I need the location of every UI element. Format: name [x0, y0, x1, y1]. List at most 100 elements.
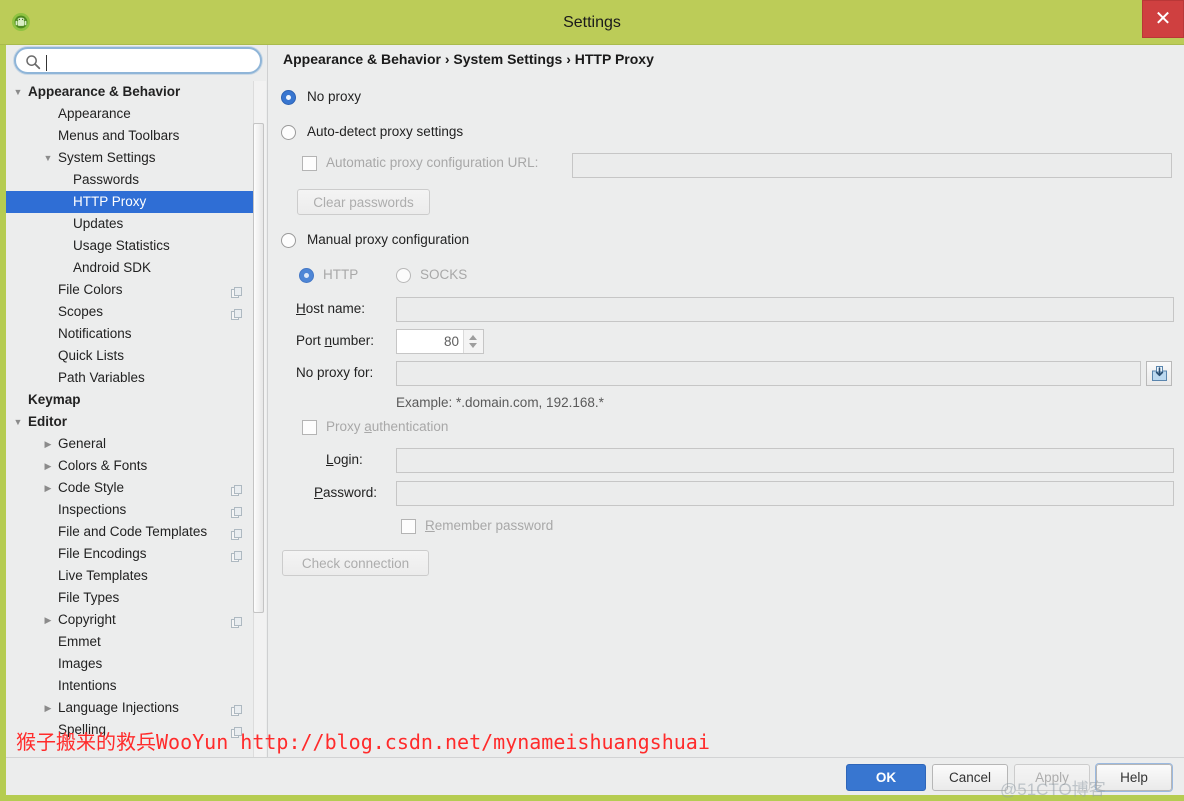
sidebar-item-keymap[interactable]: Keymap — [6, 389, 261, 411]
port-number-input[interactable] — [397, 330, 463, 353]
sidebar-item-spelling[interactable]: Spelling — [6, 719, 261, 741]
sidebar-item-label: Android SDK — [73, 257, 151, 279]
sidebar-item-copyright[interactable]: ▶Copyright — [6, 609, 261, 631]
password-label: Password: — [314, 485, 377, 500]
port-number-label-pre: Port — [296, 333, 325, 348]
auto-detect-radio[interactable] — [281, 125, 296, 140]
search-icon — [25, 54, 41, 70]
sidebar-item-scopes[interactable]: Scopes — [6, 301, 261, 323]
host-name-input[interactable] — [397, 298, 1173, 321]
sidebar-item-emmet[interactable]: Emmet — [6, 631, 261, 653]
copy-settings-icon[interactable] — [231, 614, 243, 626]
copy-settings-icon[interactable] — [231, 548, 243, 560]
sidebar-item-passwords[interactable]: Passwords — [6, 169, 261, 191]
password-input[interactable] — [397, 482, 1173, 505]
auto-config-url-input-wrapper[interactable] — [572, 153, 1172, 178]
spinner-up-icon[interactable] — [469, 335, 477, 340]
sidebar-item-appearance[interactable]: Appearance — [6, 103, 261, 125]
window-title: Settings — [0, 0, 1184, 45]
sidebar-item-file-and-code-templates[interactable]: File and Code Templates — [6, 521, 261, 543]
manual-proxy-radio[interactable] — [281, 233, 296, 248]
check-connection-button[interactable]: Check connection — [282, 550, 429, 576]
port-spinner-buttons[interactable] — [463, 330, 483, 353]
close-icon: ✕ — [1155, 9, 1172, 29]
chevron-down-icon[interactable]: ▼ — [42, 147, 54, 169]
sidebar-item-label: Scopes — [58, 301, 103, 323]
ok-button[interactable]: OK — [846, 764, 926, 791]
sidebar-scrollbar-thumb[interactable] — [253, 123, 264, 613]
sidebar-item-path-variables[interactable]: Path Variables — [6, 367, 261, 389]
copy-settings-icon[interactable] — [231, 306, 243, 318]
http-radio[interactable] — [299, 268, 314, 283]
settings-tree[interactable]: ▼Appearance & BehaviorAppearanceMenus an… — [6, 81, 261, 757]
chevron-right-icon[interactable]: ▶ — [42, 697, 54, 719]
login-input[interactable] — [397, 449, 1173, 472]
sidebar-item-http-proxy[interactable]: HTTP Proxy — [6, 191, 256, 213]
copy-settings-icon[interactable] — [231, 702, 243, 714]
clear-passwords-button[interactable]: Clear passwords — [297, 189, 430, 215]
auto-config-url-input[interactable] — [573, 154, 1171, 177]
socks-label: SOCKS — [420, 267, 467, 282]
sidebar-item-general[interactable]: ▶General — [6, 433, 261, 455]
host-name-input-wrapper[interactable] — [396, 297, 1174, 322]
sidebar-item-file-types[interactable]: File Types — [6, 587, 261, 609]
sidebar-item-android-sdk[interactable]: Android SDK — [6, 257, 261, 279]
no-proxy-for-label: No proxy for: — [296, 365, 373, 380]
search-input[interactable] — [46, 52, 256, 72]
socks-radio[interactable] — [396, 268, 411, 283]
no-proxy-for-input[interactable] — [397, 362, 1140, 385]
chevron-right-icon[interactable]: ▶ — [42, 433, 54, 455]
auto-config-url-checkbox[interactable] — [302, 156, 317, 171]
help-button[interactable]: Help — [1096, 764, 1172, 791]
copy-settings-icon[interactable] — [231, 482, 243, 494]
sidebar-item-code-style[interactable]: ▶Code Style — [6, 477, 261, 499]
copy-settings-icon[interactable] — [231, 526, 243, 538]
sidebar-item-file-colors[interactable]: File Colors — [6, 279, 261, 301]
login-input-wrapper[interactable] — [396, 448, 1174, 473]
sidebar-item-live-templates[interactable]: Live Templates — [6, 565, 261, 587]
chevron-right-icon[interactable]: ▶ — [42, 455, 54, 477]
sidebar-item-label: Live Templates — [58, 565, 148, 587]
copy-settings-icon[interactable] — [231, 284, 243, 296]
sidebar-scrollbar-track[interactable] — [253, 81, 266, 757]
remember-password-label: Remember password — [425, 518, 553, 533]
sidebar-item-colors-fonts[interactable]: ▶Colors & Fonts — [6, 455, 261, 477]
sidebar-item-usage-statistics[interactable]: Usage Statistics — [6, 235, 261, 257]
sidebar-item-label: Images — [58, 653, 102, 675]
sidebar-item-appearance-behavior[interactable]: ▼Appearance & Behavior — [6, 81, 261, 103]
sidebar-item-notifications[interactable]: Notifications — [6, 323, 261, 345]
sidebar-item-quick-lists[interactable]: Quick Lists — [6, 345, 261, 367]
search-box[interactable] — [14, 47, 262, 74]
no-proxy-radio[interactable] — [281, 90, 296, 105]
sidebar-item-menus-and-toolbars[interactable]: Menus and Toolbars — [6, 125, 261, 147]
sidebar-item-file-encodings[interactable]: File Encodings — [6, 543, 261, 565]
sidebar-item-language-injections[interactable]: ▶Language Injections — [6, 697, 261, 719]
cancel-button[interactable]: Cancel — [932, 764, 1008, 791]
sidebar-item-editor[interactable]: ▼Editor — [6, 411, 261, 433]
proxy-authentication-checkbox[interactable] — [302, 420, 317, 435]
copy-settings-icon[interactable] — [231, 504, 243, 516]
close-button[interactable]: ✕ — [1142, 0, 1184, 38]
sidebar-item-updates[interactable]: Updates — [6, 213, 261, 235]
http-proxy-panel: Appearance & Behavior › System Settings … — [269, 45, 1184, 757]
sidebar-item-system-settings[interactable]: ▼System Settings — [6, 147, 261, 169]
spinner-down-icon[interactable] — [469, 343, 477, 348]
sidebar-item-label: Intentions — [58, 675, 117, 697]
no-proxy-for-browse-button[interactable] — [1146, 361, 1172, 386]
sidebar-item-label: HTTP Proxy — [73, 191, 146, 213]
port-number-spinner[interactable] — [396, 329, 484, 354]
sidebar-item-intentions[interactable]: Intentions — [6, 675, 261, 697]
remember-password-checkbox[interactable] — [401, 519, 416, 534]
breadcrumb: Appearance & Behavior › System Settings … — [283, 51, 654, 67]
password-label-text: assword: — [323, 485, 377, 500]
password-input-wrapper[interactable] — [396, 481, 1174, 506]
sidebar-item-inspections[interactable]: Inspections — [6, 499, 261, 521]
sidebar-item-images[interactable]: Images — [6, 653, 261, 675]
apply-button[interactable]: Apply — [1014, 764, 1090, 791]
copy-settings-icon[interactable] — [231, 724, 243, 736]
no-proxy-for-input-wrapper[interactable] — [396, 361, 1141, 386]
chevron-right-icon[interactable]: ▶ — [42, 477, 54, 499]
chevron-down-icon[interactable]: ▼ — [12, 411, 24, 433]
chevron-down-icon[interactable]: ▼ — [12, 81, 24, 103]
chevron-right-icon[interactable]: ▶ — [42, 609, 54, 631]
